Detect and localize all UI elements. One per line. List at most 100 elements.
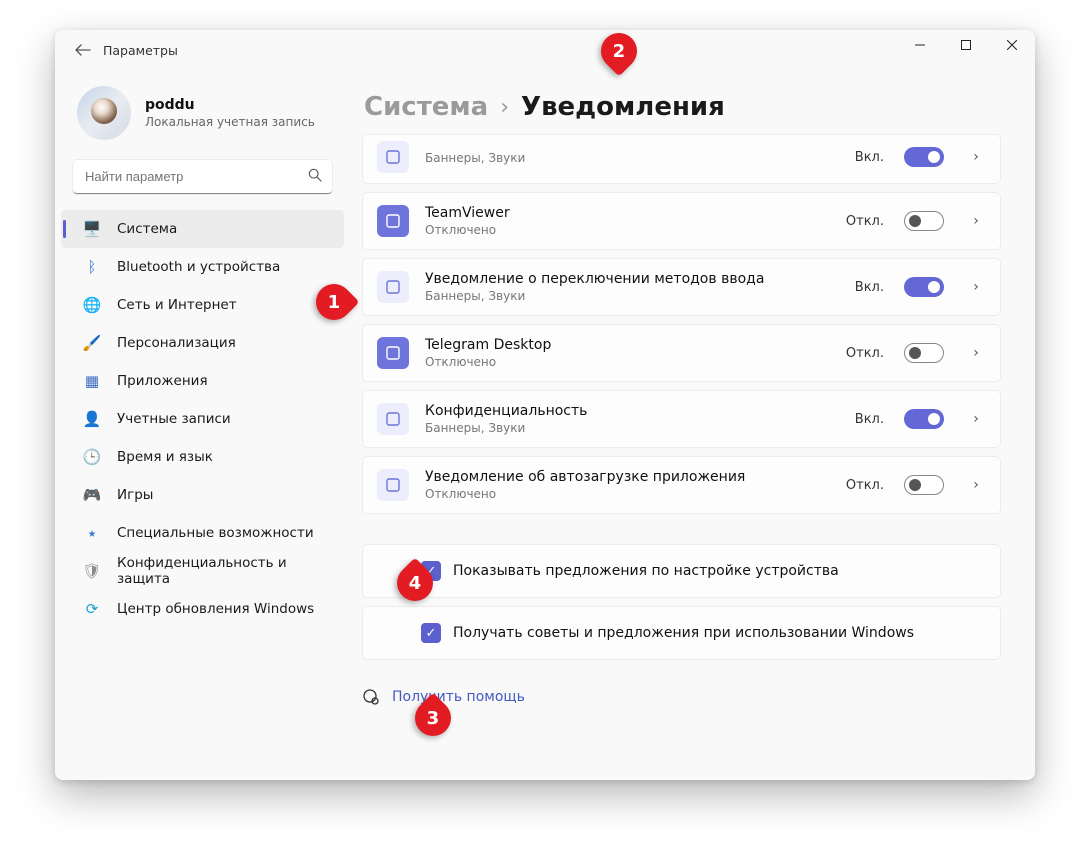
- breadcrumb: Система › Уведомления: [364, 92, 1001, 122]
- app-icon: [377, 205, 409, 237]
- toggle-switch[interactable]: [904, 147, 944, 167]
- titlebar: Параметры: [55, 30, 1035, 70]
- nav-label: Конфиденциальность и защита: [117, 555, 326, 587]
- chevron-right-icon[interactable]: ›: [966, 213, 986, 229]
- nav-icon: ⭑: [83, 524, 101, 542]
- app-subtitle: Баннеры, Звуки: [425, 289, 839, 303]
- app-icon: [377, 271, 409, 303]
- sidebar-item-8[interactable]: ⭑ Специальные возможности: [61, 514, 344, 552]
- nav-icon: ⟳: [83, 600, 101, 618]
- nav-label: Сеть и Интернет: [117, 297, 237, 313]
- help-link[interactable]: Получить помощь: [392, 689, 525, 705]
- app-icon: [377, 141, 409, 173]
- app-subtitle: Отключено: [425, 355, 830, 369]
- sidebar-item-0[interactable]: 🖥️ Система: [61, 210, 344, 248]
- help-icon: [362, 688, 380, 706]
- sidebar-item-6[interactable]: 🕒 Время и язык: [61, 438, 344, 476]
- nav-label: Время и язык: [117, 449, 213, 465]
- nav-label: Система: [117, 221, 177, 237]
- content: Баннеры, Звуки Вкл. › TeamViewer Отключе…: [362, 134, 1001, 760]
- nav-label: Приложения: [117, 373, 208, 389]
- nav-icon: 🖥️: [83, 220, 101, 238]
- chevron-right-icon[interactable]: ›: [966, 279, 986, 295]
- app-notification-row[interactable]: TeamViewer Отключено Откл. ›: [362, 192, 1001, 250]
- toggle-state-label: Откл.: [846, 346, 884, 361]
- app-icon: [377, 469, 409, 501]
- nav-label: Игры: [117, 487, 153, 503]
- nav-icon: 🕒: [83, 448, 101, 466]
- sidebar-item-2[interactable]: 🌐 Сеть и Интернет: [61, 286, 344, 324]
- toggle-switch[interactable]: [904, 475, 944, 495]
- app-title: TeamViewer: [425, 205, 830, 221]
- search-box: [73, 160, 332, 194]
- nav-icon: 🌐: [83, 296, 101, 314]
- checkbox[interactable]: ✓: [421, 623, 441, 643]
- sidebar-item-9[interactable]: 🛡 Конфиденциальность и защита: [61, 552, 344, 590]
- nav-label: Bluetooth и устройства: [117, 259, 280, 275]
- app-icon: [377, 403, 409, 435]
- toggle-state-label: Вкл.: [855, 150, 884, 165]
- profile-subtitle: Локальная учетная запись: [145, 115, 315, 129]
- app-notification-row[interactable]: Уведомление об автозагрузке приложения О…: [362, 456, 1001, 514]
- chevron-right-icon[interactable]: ›: [966, 149, 986, 165]
- breadcrumb-current: Уведомления: [521, 92, 725, 122]
- nav-label: Центр обновления Windows: [117, 601, 314, 617]
- nav-icon: 👤: [83, 410, 101, 428]
- nav-list: 🖥️ Система ᛒ Bluetooth и устройства 🌐 Сеть и …: [55, 208, 350, 628]
- avatar: [77, 86, 131, 140]
- sidebar: poddu Локальная учетная запись 🖥️ Система…: [55, 70, 350, 780]
- app-notification-row[interactable]: Telegram Desktop Отключено Откл. ›: [362, 324, 1001, 382]
- nav-label: Учетные записи: [117, 411, 231, 427]
- setting-checkbox-row[interactable]: ✓ Показывать предложения по настройке ус…: [362, 544, 1001, 598]
- toggle-state-label: Откл.: [846, 478, 884, 493]
- toggle-switch[interactable]: [904, 211, 944, 231]
- back-button[interactable]: [63, 30, 103, 70]
- setting-checkbox-row[interactable]: ✓ Получать советы и предложения при испо…: [362, 606, 1001, 660]
- chevron-right-icon[interactable]: ›: [966, 411, 986, 427]
- profile-block[interactable]: poddu Локальная учетная запись: [55, 76, 350, 156]
- search-input[interactable]: [73, 160, 332, 194]
- breadcrumb-parent[interactable]: Система: [364, 92, 488, 122]
- nav-label: Специальные возможности: [117, 525, 314, 541]
- toggle-state-label: Вкл.: [855, 280, 884, 295]
- app-title: Telegram Desktop: [425, 337, 830, 353]
- checkbox-label: Получать советы и предложения при исполь…: [453, 625, 914, 641]
- nav-icon: ▦: [83, 372, 101, 390]
- sidebar-item-1[interactable]: ᛒ Bluetooth и устройства: [61, 248, 344, 286]
- app-title: Уведомление об автозагрузке приложения: [425, 469, 830, 485]
- app-subtitle: Баннеры, Звуки: [425, 151, 839, 165]
- toggle-switch[interactable]: [904, 277, 944, 297]
- sidebar-item-5[interactable]: 👤 Учетные записи: [61, 400, 344, 438]
- toggle-state-label: Откл.: [846, 214, 884, 229]
- nav-icon: 🖌️: [83, 334, 101, 352]
- chevron-right-icon: ›: [500, 95, 509, 120]
- toggle-switch[interactable]: [904, 409, 944, 429]
- main-panel: Система › Уведомления Баннеры, Звуки Вкл…: [350, 70, 1035, 780]
- checkbox-label: Показывать предложения по настройке устр…: [453, 563, 839, 579]
- sidebar-item-10[interactable]: ⟳ Центр обновления Windows: [61, 590, 344, 628]
- window-title: Параметры: [103, 43, 178, 58]
- app-notification-row[interactable]: Конфиденциальность Баннеры, Звуки Вкл. ›: [362, 390, 1001, 448]
- toggle-state-label: Вкл.: [855, 412, 884, 427]
- app-subtitle: Баннеры, Звуки: [425, 421, 839, 435]
- sidebar-item-3[interactable]: 🖌️ Персонализация: [61, 324, 344, 362]
- nav-icon: 🛡: [83, 562, 101, 580]
- app-title: Конфиденциальность: [425, 403, 839, 419]
- app-title: Уведомление о переключении методов ввода: [425, 271, 839, 287]
- sidebar-item-4[interactable]: ▦ Приложения: [61, 362, 344, 400]
- app-subtitle: Отключено: [425, 487, 830, 501]
- profile-name: poddu: [145, 97, 315, 113]
- app-icon: [377, 337, 409, 369]
- sidebar-item-7[interactable]: 🎮Игры: [61, 476, 344, 514]
- nav-icon: ᛒ: [83, 258, 101, 276]
- search-icon: [308, 168, 322, 186]
- help-link-row: Получить помощь: [362, 688, 1001, 706]
- app-subtitle: Отключено: [425, 223, 830, 237]
- settings-window: Параметры poddu Локальная учетная запись…: [55, 30, 1035, 780]
- chevron-right-icon[interactable]: ›: [966, 345, 986, 361]
- nav-label: Персонализация: [117, 335, 236, 351]
- chevron-right-icon[interactable]: ›: [966, 477, 986, 493]
- app-notification-row[interactable]: Баннеры, Звуки Вкл. ›: [362, 134, 1001, 184]
- toggle-switch[interactable]: [904, 343, 944, 363]
- app-notification-row[interactable]: Уведомление о переключении методов ввода…: [362, 258, 1001, 316]
